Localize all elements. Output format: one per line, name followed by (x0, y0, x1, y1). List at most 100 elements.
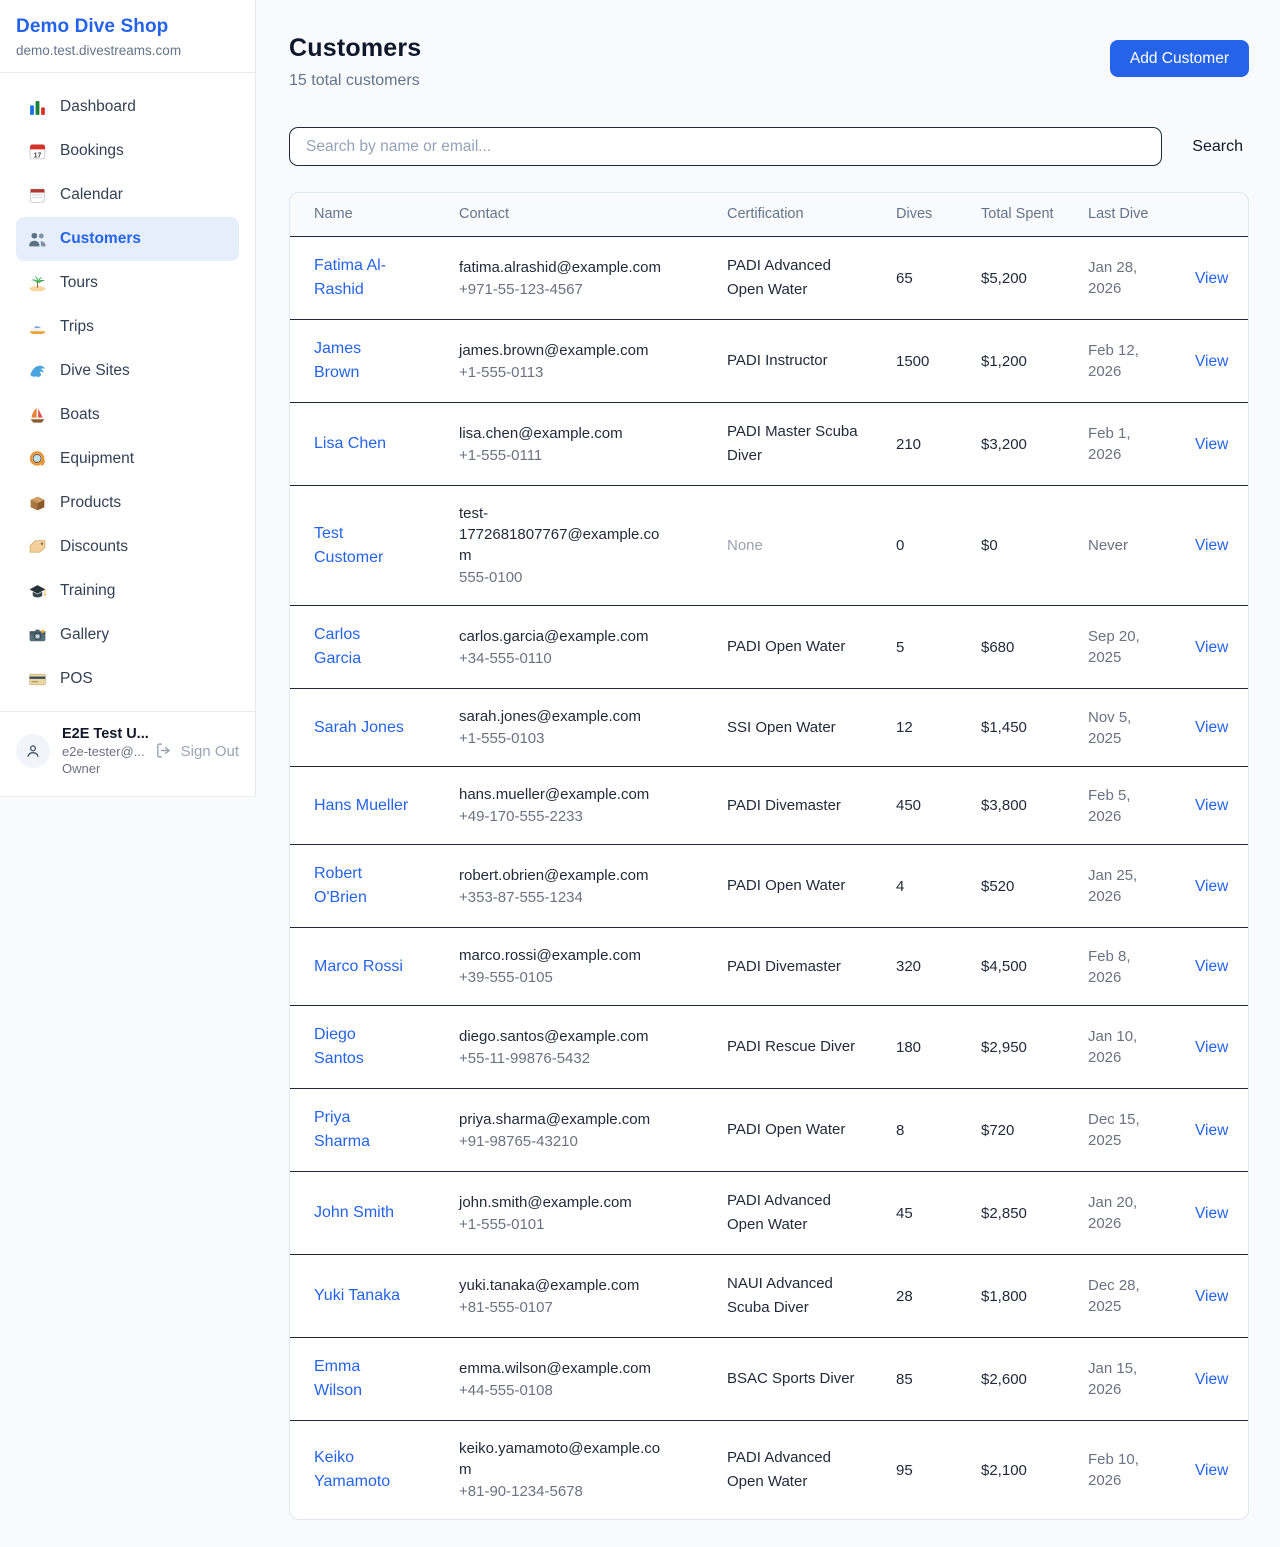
customer-dives: 210 (896, 436, 921, 453)
customer-dives: 0 (896, 537, 904, 554)
view-link[interactable]: View (1195, 1288, 1228, 1305)
sign-out-button[interactable]: Sign Out (155, 742, 239, 761)
equipment-icon (28, 450, 47, 469)
customer-phone: +49-170-555-2233 (459, 806, 663, 827)
view-link[interactable]: View (1195, 353, 1228, 370)
view-link[interactable]: View (1195, 719, 1228, 736)
sidebar-item-gallery[interactable]: Gallery (16, 613, 239, 657)
sidebar-item-label: Equipment (60, 450, 134, 468)
sidebar-item-equipment[interactable]: Equipment (16, 437, 239, 481)
customer-name-link[interactable]: Yuki Tanaka (314, 1287, 400, 1304)
customer-certification: PADI Instructor (727, 349, 864, 373)
view-link[interactable]: View (1195, 797, 1228, 814)
customer-name-link[interactable]: Marco Rossi (314, 958, 403, 975)
view-link[interactable]: View (1195, 1205, 1228, 1222)
table-body: Fatima Al-Rashidfatima.alrashid@example.… (290, 237, 1248, 1519)
view-link[interactable]: View (1195, 436, 1228, 453)
sidebar-item-discounts[interactable]: Discounts (16, 525, 239, 569)
sidebar-item-label: Discounts (60, 538, 128, 556)
sidebar-item-trips[interactable]: Trips (16, 305, 239, 349)
search-button[interactable]: Search (1186, 134, 1249, 160)
view-link[interactable]: View (1195, 1462, 1228, 1479)
table-row: Fatima Al-Rashidfatima.alrashid@example.… (290, 237, 1248, 320)
customer-certification: PADI Open Water (727, 635, 864, 659)
sidebar-item-bookings[interactable]: 17Bookings (16, 129, 239, 173)
search-input[interactable] (289, 127, 1162, 166)
page-header: Customers 15 total customers Add Custome… (289, 34, 1249, 90)
sidebar-item-dive-sites[interactable]: Dive Sites (16, 349, 239, 393)
sidebar-item-calendar[interactable]: Calendar (16, 173, 239, 217)
customer-name-link[interactable]: Robert O'Brien (314, 865, 367, 906)
sidebar-item-dashboard[interactable]: Dashboard (16, 85, 239, 129)
view-link[interactable]: View (1195, 1039, 1228, 1056)
customer-name-link[interactable]: Emma Wilson (314, 1358, 362, 1399)
customer-name-link[interactable]: Diego Santos (314, 1026, 364, 1067)
page-subtitle: 15 total customers (289, 72, 421, 90)
customer-name-link[interactable]: Sarah Jones (314, 719, 404, 736)
view-link[interactable]: View (1195, 958, 1228, 975)
sidebar-item-training[interactable]: Training (16, 569, 239, 613)
column-header-name: Name (290, 193, 435, 236)
customer-total-spent: $1,200 (981, 353, 1027, 370)
customer-phone: +1-555-0101 (459, 1214, 663, 1235)
sidebar-item-tours[interactable]: Tours (16, 261, 239, 305)
main-content: Customers 15 total customers Add Custome… (256, 0, 1280, 1547)
customer-phone: +34-555-0110 (459, 648, 663, 669)
customer-phone: +44-555-0108 (459, 1380, 663, 1401)
sidebar-item-label: Bookings (60, 142, 124, 160)
column-header-total-spent: Total Spent (957, 193, 1064, 236)
view-link[interactable]: View (1195, 270, 1228, 287)
calendar-icon (28, 186, 47, 205)
customer-total-spent: $3,200 (981, 436, 1027, 453)
trips-icon (28, 318, 47, 337)
view-link[interactable]: View (1195, 1122, 1228, 1139)
customer-name-link[interactable]: James Brown (314, 340, 361, 381)
customer-last-dive: Dec 15, 2025 (1088, 1111, 1140, 1149)
customer-phone: +91-98765-43210 (459, 1131, 663, 1152)
customer-certification: None (727, 534, 864, 558)
sidebar-item-pos[interactable]: POS (16, 657, 239, 701)
sidebar-item-label: Dashboard (60, 98, 136, 116)
view-link[interactable]: View (1195, 537, 1228, 554)
sidebar-item-customers[interactable]: Customers (16, 217, 239, 261)
search-bar: Search (289, 127, 1249, 166)
customer-dives: 180 (896, 1039, 921, 1056)
customer-dives: 85 (896, 1371, 913, 1388)
customer-certification: PADI Advanced Open Water (727, 254, 864, 302)
sidebar-item-boats[interactable]: Boats (16, 393, 239, 437)
customer-phone: 555-0100 (459, 567, 663, 588)
customer-name-link[interactable]: Hans Mueller (314, 797, 408, 814)
sidebar-item-label: Boats (60, 406, 100, 424)
sidebar-item-products[interactable]: Products (16, 481, 239, 525)
view-link[interactable]: View (1195, 878, 1228, 895)
view-link[interactable]: View (1195, 1371, 1228, 1388)
customer-phone: +39-555-0105 (459, 967, 663, 988)
customer-name-link[interactable]: Carlos Garcia (314, 626, 361, 667)
customer-certification: SSI Open Water (727, 716, 864, 740)
customer-total-spent: $1,450 (981, 719, 1027, 736)
customer-total-spent: $2,950 (981, 1039, 1027, 1056)
customer-email: robert.obrien@example.com (459, 865, 663, 886)
customer-name-link[interactable]: John Smith (314, 1204, 394, 1221)
customer-name-link[interactable]: Priya Sharma (314, 1109, 370, 1150)
customer-total-spent: $0 (981, 537, 998, 554)
table-row: Robert O'Brienrobert.obrien@example.com+… (290, 845, 1248, 928)
customer-email: carlos.garcia@example.com (459, 626, 663, 647)
sidebar-item-label: Products (60, 494, 121, 512)
customer-last-dive: Jan 25, 2026 (1088, 867, 1137, 905)
customer-phone: +81-90-1234-5678 (459, 1481, 663, 1502)
customer-name-link[interactable]: Keiko Yamamoto (314, 1449, 390, 1490)
customer-phone: +55-11-99876-5432 (459, 1048, 663, 1069)
customer-dives: 320 (896, 958, 921, 975)
view-link[interactable]: View (1195, 639, 1228, 656)
customer-name-link[interactable]: Lisa Chen (314, 435, 386, 452)
dive-sites-icon (28, 362, 47, 381)
customer-name-link[interactable]: Fatima Al-Rashid (314, 257, 386, 298)
page-title: Customers (289, 34, 421, 63)
table-row: Test Customertest-1772681807767@example.… (290, 486, 1248, 606)
customer-phone: +1-555-0111 (459, 445, 663, 466)
table-row: John Smithjohn.smith@example.com+1-555-0… (290, 1172, 1248, 1255)
customer-last-dive: Feb 5, 2026 (1088, 787, 1131, 825)
add-customer-button[interactable]: Add Customer (1110, 40, 1249, 77)
customer-name-link[interactable]: Test Customer (314, 525, 383, 566)
